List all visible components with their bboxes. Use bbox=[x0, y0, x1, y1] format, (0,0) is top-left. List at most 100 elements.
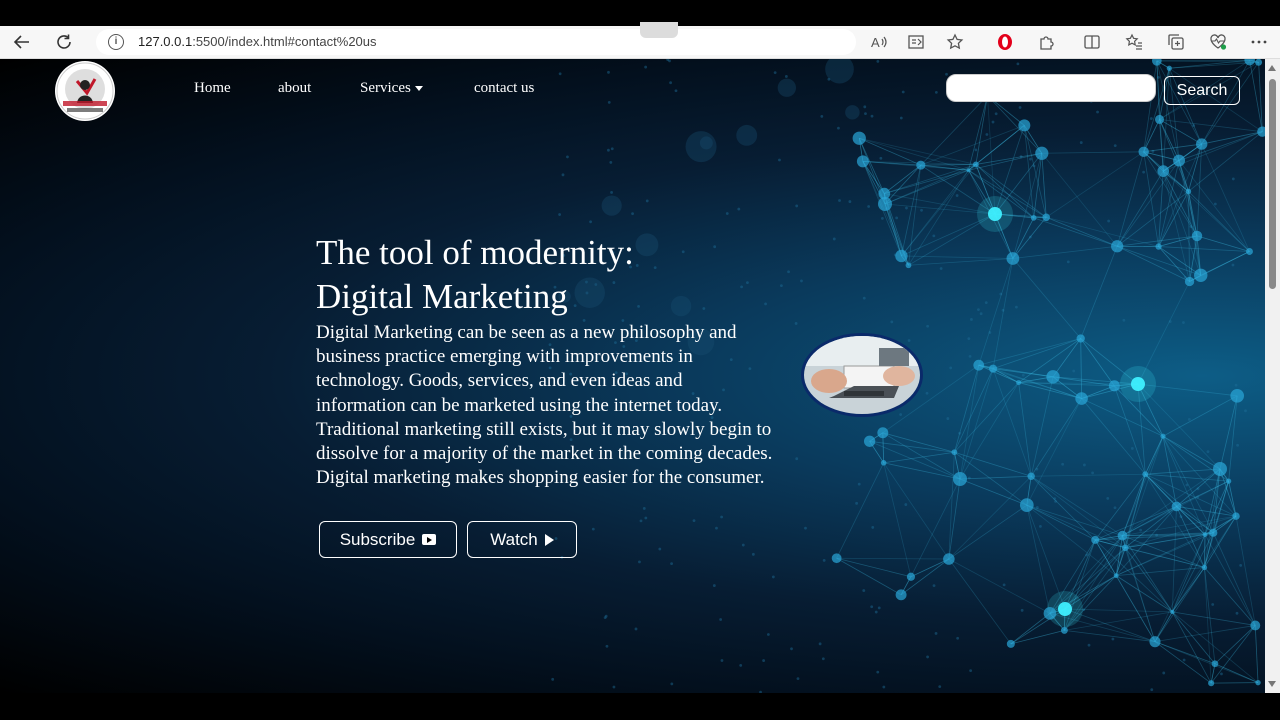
background-dot bbox=[821, 657, 825, 661]
network-link bbox=[1162, 170, 1250, 252]
nav-about[interactable]: about bbox=[278, 80, 311, 97]
background-dot bbox=[610, 191, 613, 194]
network-link bbox=[1045, 151, 1144, 218]
favorites-button[interactable] bbox=[1124, 32, 1144, 52]
network-link bbox=[1081, 398, 1146, 475]
background-dot bbox=[1239, 563, 1243, 567]
network-link bbox=[1117, 245, 1201, 276]
extensions-button[interactable] bbox=[1037, 32, 1057, 52]
watch-button[interactable]: Watch bbox=[467, 521, 577, 558]
opera-extension-button[interactable] bbox=[995, 32, 1015, 52]
puzzle-icon bbox=[1040, 36, 1054, 50]
settings-menu-button[interactable] bbox=[1249, 32, 1269, 52]
background-dot bbox=[991, 120, 995, 124]
logo-mark-icon bbox=[56, 62, 114, 120]
background-dot bbox=[832, 237, 836, 241]
network-link bbox=[1046, 216, 1118, 247]
subscribe-button[interactable]: Subscribe bbox=[319, 521, 457, 558]
network-link bbox=[1064, 629, 1156, 643]
network-node bbox=[1208, 680, 1215, 687]
network-link bbox=[882, 432, 961, 480]
network-link bbox=[1122, 474, 1146, 536]
reload-button[interactable] bbox=[52, 32, 76, 52]
background-dot bbox=[934, 632, 938, 635]
network-node bbox=[1027, 472, 1035, 480]
network-node bbox=[1226, 478, 1232, 484]
network-node bbox=[1246, 248, 1253, 255]
network-link bbox=[1219, 468, 1237, 517]
nav-home[interactable]: Home bbox=[194, 80, 231, 97]
network-node bbox=[1006, 639, 1015, 648]
background-dot bbox=[871, 526, 875, 529]
network-link bbox=[1204, 567, 1212, 684]
background-dot bbox=[607, 148, 610, 152]
background-dot bbox=[838, 199, 841, 202]
background-dot bbox=[796, 677, 800, 681]
favorite-button[interactable] bbox=[945, 32, 965, 52]
browser-essentials-button[interactable] bbox=[1208, 32, 1228, 52]
network-link bbox=[1094, 473, 1146, 541]
network-link bbox=[1154, 567, 1205, 642]
network-node bbox=[852, 131, 866, 145]
background-dot bbox=[1113, 506, 1117, 510]
scroll-down-arrow-icon[interactable] bbox=[1268, 681, 1276, 687]
background-dot bbox=[837, 126, 840, 130]
background-dot bbox=[566, 155, 569, 159]
background-dot bbox=[645, 199, 649, 203]
network-link bbox=[1122, 535, 1156, 642]
back-button[interactable] bbox=[10, 32, 34, 52]
network-link bbox=[1046, 216, 1159, 247]
background-dot bbox=[907, 339, 911, 342]
search-input[interactable] bbox=[946, 74, 1156, 102]
background-dot bbox=[1122, 318, 1126, 322]
scroll-thumb[interactable] bbox=[1269, 79, 1276, 289]
network-link bbox=[883, 462, 912, 577]
background-dot bbox=[979, 312, 983, 316]
bokeh-circle bbox=[685, 131, 717, 163]
background-dot bbox=[1015, 305, 1018, 309]
site-logo[interactable] bbox=[55, 61, 115, 121]
background-dot bbox=[1130, 447, 1134, 450]
info-icon[interactable]: i bbox=[108, 34, 124, 50]
network-node bbox=[880, 460, 887, 466]
background-dot bbox=[658, 547, 662, 551]
immersive-reader-button[interactable] bbox=[906, 32, 926, 52]
network-node bbox=[1185, 188, 1192, 195]
network-link bbox=[1212, 532, 1256, 626]
address-bar[interactable]: i 127.0.0.1:5500/index.html#contact%20us bbox=[96, 29, 856, 55]
network-node bbox=[1046, 370, 1060, 384]
network-node bbox=[1076, 334, 1085, 343]
network-link bbox=[1204, 567, 1256, 626]
network-link bbox=[901, 255, 1013, 259]
network-node bbox=[856, 155, 869, 168]
read-aloud-button[interactable]: A bbox=[869, 32, 889, 52]
background-dot bbox=[737, 207, 741, 211]
browser-toolbar: i 127.0.0.1:5500/index.html#contact%20us… bbox=[0, 22, 1280, 59]
page-scrollbar[interactable] bbox=[1265, 59, 1280, 693]
background-dot bbox=[720, 659, 724, 662]
network-link bbox=[1012, 217, 1047, 259]
background-dot bbox=[862, 589, 866, 592]
network-link bbox=[1204, 534, 1256, 626]
network-node bbox=[1213, 462, 1227, 476]
subscribe-label: Subscribe bbox=[339, 529, 416, 549]
nav-contact-us[interactable]: contact us bbox=[474, 80, 534, 97]
window-drag-handle[interactable] bbox=[640, 22, 678, 38]
background-dot bbox=[771, 575, 775, 579]
network-link bbox=[882, 432, 955, 453]
collections-button[interactable] bbox=[1166, 32, 1186, 52]
background-dot bbox=[1087, 643, 1091, 647]
network-node bbox=[1091, 535, 1100, 544]
play-icon bbox=[544, 533, 554, 546]
nav-services[interactable]: Services bbox=[360, 80, 423, 97]
split-screen-button[interactable] bbox=[1082, 32, 1102, 52]
network-link bbox=[948, 558, 1051, 614]
scroll-up-arrow-icon[interactable] bbox=[1268, 65, 1276, 71]
background-dot bbox=[970, 318, 973, 321]
search-button[interactable]: Search bbox=[1164, 76, 1240, 105]
background-dot bbox=[725, 212, 729, 215]
background-dot bbox=[719, 618, 723, 621]
url-host: 127.0.0.1 bbox=[138, 34, 193, 49]
network-node bbox=[1157, 165, 1170, 177]
hero-image bbox=[801, 333, 923, 417]
